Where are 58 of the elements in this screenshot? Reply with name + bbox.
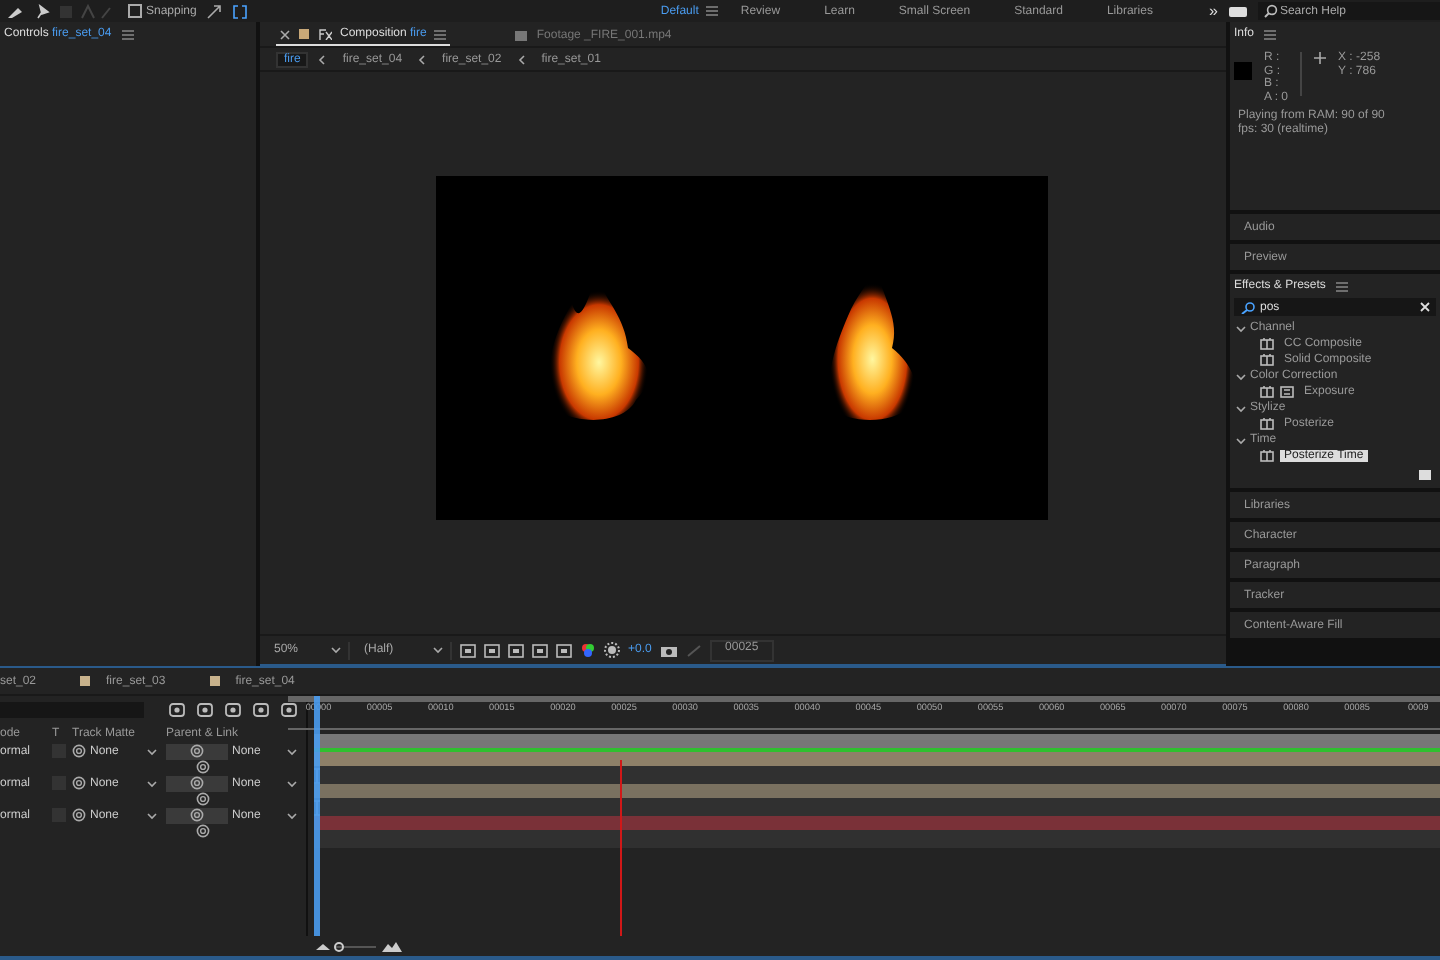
chevron-down-icon xyxy=(1236,323,1246,333)
camera-icon[interactable] xyxy=(659,643,678,657)
spiral-icon[interactable] xyxy=(72,776,86,790)
chevron-down-icon xyxy=(1236,403,1246,413)
close-icon[interactable] xyxy=(280,29,290,39)
mask-icon[interactable] xyxy=(508,643,524,657)
menu-icon[interactable] xyxy=(1264,29,1277,39)
menu-icon[interactable] xyxy=(434,29,447,39)
zoom-slider-thumb[interactable] xyxy=(334,941,344,951)
fx-icon xyxy=(318,28,332,40)
chevron-down-icon xyxy=(330,644,342,656)
menu-icon[interactable] xyxy=(121,29,134,39)
chevron-down-icon xyxy=(146,809,158,821)
chevron-down-icon xyxy=(1236,371,1246,381)
chevron-down-icon xyxy=(286,809,298,821)
chevron-down-icon xyxy=(146,777,158,789)
chevron-down-icon xyxy=(286,745,298,757)
bracket-icon[interactable] xyxy=(232,3,249,19)
guides-icon[interactable] xyxy=(532,643,548,657)
search-icon xyxy=(1240,301,1256,313)
zoom-out-icon[interactable] xyxy=(316,942,330,950)
search-icon xyxy=(1263,4,1278,18)
snap-arrow-icon[interactable] xyxy=(206,3,223,19)
color-channels-icon[interactable] xyxy=(580,642,596,658)
shy-icon[interactable] xyxy=(196,702,214,718)
overflow-button[interactable]: » xyxy=(1208,2,1218,20)
monitor-icon[interactable] xyxy=(1227,5,1248,17)
transparency-grid-icon[interactable] xyxy=(484,643,500,657)
chevron-down-icon xyxy=(1236,435,1246,445)
menu-icon[interactable] xyxy=(1335,281,1348,291)
chevron-left-icon xyxy=(416,53,429,65)
frame-blend-icon[interactable] xyxy=(224,702,242,718)
chevron-left-icon xyxy=(316,53,329,65)
spiral-icon[interactable] xyxy=(72,744,86,758)
badge-icon xyxy=(1280,386,1294,398)
preset-icon xyxy=(1260,338,1274,350)
film-icon xyxy=(514,29,529,41)
view-options-icon[interactable] xyxy=(556,643,572,657)
preset-icon xyxy=(1260,418,1274,430)
chevron-left-icon xyxy=(515,53,528,65)
spiral-icon[interactable] xyxy=(72,808,86,822)
preset-icon xyxy=(1260,386,1274,398)
motion-blur-icon[interactable] xyxy=(252,702,270,718)
zoom-in-icon[interactable] xyxy=(382,941,402,951)
chevron-down-icon xyxy=(432,644,444,656)
new-folder-icon[interactable] xyxy=(1418,468,1432,480)
flowchart-icon[interactable] xyxy=(168,702,186,718)
menu-icon[interactable] xyxy=(706,6,719,16)
graph-editor-icon[interactable] xyxy=(280,702,298,718)
sun-icon[interactable] xyxy=(604,642,620,658)
preset-icon xyxy=(1260,354,1274,366)
preset-icon xyxy=(1260,450,1274,462)
crosshair-icon xyxy=(1314,52,1327,64)
chevron-down-icon xyxy=(286,777,298,789)
pin-tool-icon[interactable] xyxy=(32,3,52,19)
region-icon[interactable] xyxy=(460,643,476,657)
color-swatch xyxy=(1234,62,1252,80)
chevron-down-icon xyxy=(146,745,158,757)
